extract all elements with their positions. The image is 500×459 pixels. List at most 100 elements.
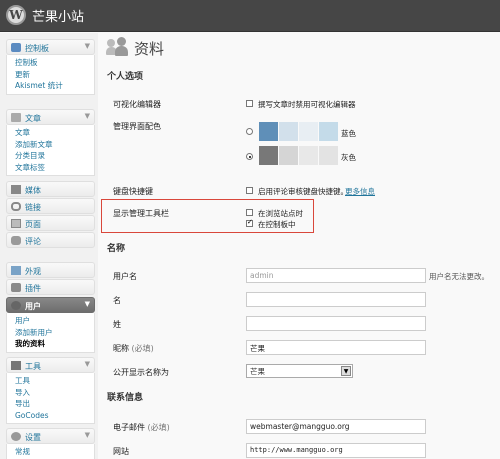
- menu-head-settings[interactable]: 设置 ▼: [6, 428, 95, 444]
- submenu-item-add-post[interactable]: 添加新文章: [15, 139, 94, 151]
- last-name-label: 姓: [113, 320, 121, 329]
- visual-editor-label: 可视化编辑器: [113, 100, 161, 109]
- display-name-value: 芒果: [250, 367, 265, 376]
- toolbar-admin-option: 在控制板中: [258, 220, 296, 229]
- submenu-users: 用户 添加新用户 我的资料: [6, 313, 95, 353]
- color-scheme-blue-radio[interactable]: [246, 128, 253, 135]
- menu-label: 页面: [25, 220, 41, 229]
- submenu-item-dashboard[interactable]: 控制板: [15, 57, 94, 69]
- chevron-down-icon[interactable]: ▼: [341, 366, 351, 376]
- dashboard-icon: [11, 43, 21, 52]
- menu-head-posts[interactable]: 文章 ▼: [6, 109, 95, 125]
- color-scheme-label: 管理界面配色: [113, 122, 161, 131]
- color-swatch: [319, 122, 338, 141]
- first-name-field[interactable]: [246, 292, 426, 307]
- submenu-item-profile[interactable]: 我的资料: [15, 338, 94, 350]
- nickname-label: 昵称 (必填): [113, 343, 154, 354]
- menu-head-plugins[interactable]: 插件: [6, 279, 95, 295]
- color-scheme-blue-label: 蓝色: [341, 129, 356, 138]
- required-note: (必填): [131, 344, 154, 353]
- menu-head-appearance[interactable]: 外观: [6, 262, 95, 278]
- menu-label: 工具: [25, 362, 41, 371]
- media-icon: [11, 185, 21, 194]
- menu-head-comments[interactable]: 评论: [6, 232, 95, 248]
- color-swatch: [259, 146, 278, 165]
- link-icon: [11, 202, 21, 211]
- visual-editor-checkbox[interactable]: [246, 100, 253, 107]
- users-icon: [11, 301, 21, 310]
- menu-users: 用户 ▼ 用户 添加新用户 我的资料: [6, 297, 95, 353]
- color-swatch: [299, 146, 318, 165]
- color-scheme-gray-radio[interactable]: [246, 153, 253, 160]
- color-swatch: [279, 146, 298, 165]
- menu-head-media[interactable]: 媒体: [6, 181, 95, 197]
- menu-media: 媒体: [6, 181, 95, 197]
- menu-head-tools[interactable]: 工具 ▼: [6, 357, 95, 373]
- username-label: 用户名: [113, 272, 137, 281]
- menu-label: 媒体: [25, 186, 41, 195]
- display-name-select[interactable]: 芒果 ▼: [246, 364, 353, 378]
- display-name-label: 公开显示名称为: [113, 368, 169, 377]
- color-swatch: [259, 122, 278, 141]
- color-swatch: [299, 122, 318, 141]
- menu-label: 设置: [25, 433, 41, 442]
- submenu-item-akismet[interactable]: Akismet 统计: [15, 80, 94, 92]
- submenu-item-add-user[interactable]: 添加新用户: [15, 327, 94, 339]
- color-swatch: [319, 146, 338, 165]
- chevron-down-icon[interactable]: ▼: [85, 431, 90, 439]
- submenu-item-export[interactable]: 导出: [15, 398, 94, 410]
- site-title[interactable]: 芒果小站: [32, 6, 84, 25]
- admin-sidebar: 控制板 ▼ 控制板 更新 Akismet 统计 文章 ▼ 文章 添加新文章 分类…: [0, 33, 98, 459]
- keyboard-shortcuts-label: 键盘快捷键: [113, 187, 153, 196]
- email-label-text: 电子邮件: [113, 423, 145, 432]
- submenu-item-users[interactable]: 用户: [15, 315, 94, 327]
- submenu-item-gocodes[interactable]: GoCodes: [15, 410, 94, 422]
- username-field[interactable]: admin: [246, 268, 426, 283]
- last-name-field[interactable]: [246, 316, 426, 331]
- menu-head-pages[interactable]: 页面: [6, 215, 95, 231]
- users-profile-icon: [106, 37, 128, 57]
- visual-editor-option: 撰写文章时禁用可视化编辑器: [258, 100, 356, 109]
- submenu-item-import[interactable]: 导入: [15, 387, 94, 399]
- chevron-down-icon[interactable]: ▼: [85, 42, 90, 50]
- menu-head-users[interactable]: 用户 ▼: [6, 297, 95, 313]
- menu-comments: 评论: [6, 232, 95, 248]
- admin-header: W 芒果小站: [0, 0, 500, 32]
- keyboard-shortcuts-checkbox[interactable]: [246, 187, 253, 194]
- submenu-item-posts[interactable]: 文章: [15, 127, 94, 139]
- chevron-down-icon[interactable]: ▼: [85, 300, 90, 308]
- menu-label: 评论: [25, 237, 41, 246]
- nickname-field[interactable]: 芒果: [246, 340, 426, 355]
- menu-appearance: 外观: [6, 262, 95, 278]
- submenu-item-updates[interactable]: 更新: [15, 69, 94, 81]
- website-field[interactable]: http://www.mangguo.org: [246, 443, 426, 458]
- submenu-tools: 工具 导入 导出 GoCodes: [6, 373, 95, 424]
- menu-dashboard: 控制板 ▼ 控制板 更新 Akismet 统计: [6, 39, 95, 95]
- submenu-item-categories[interactable]: 分类目录: [15, 150, 94, 162]
- username-note: 用户名无法更改。: [429, 272, 489, 281]
- submenu-posts: 文章 添加新文章 分类目录 文章标签: [6, 125, 95, 176]
- menu-label: 插件: [25, 284, 41, 293]
- comment-icon: [11, 236, 21, 245]
- email-field[interactable]: webmaster@mangguo.org: [246, 419, 426, 434]
- submenu-item-general[interactable]: 常规: [15, 446, 94, 458]
- toolbar-front-option: 在浏览站点时: [258, 209, 303, 218]
- menu-head-links[interactable]: 链接: [6, 198, 95, 214]
- toolbar-front-checkbox[interactable]: [246, 209, 253, 216]
- more-info-link[interactable]: 更多信息: [345, 186, 375, 197]
- submenu-item-tools[interactable]: 工具: [15, 375, 94, 387]
- email-label: 电子邮件 (必填): [113, 422, 170, 433]
- menu-head-dashboard[interactable]: 控制板 ▼: [6, 39, 95, 55]
- page-title: 资料: [134, 40, 165, 58]
- first-name-label: 名: [113, 296, 121, 305]
- submenu-item-tags[interactable]: 文章标签: [15, 162, 94, 174]
- color-scheme-gray-label: 灰色: [341, 153, 356, 162]
- chevron-down-icon[interactable]: ▼: [85, 112, 90, 120]
- page-icon: [11, 219, 21, 228]
- menu-links: 链接: [6, 198, 95, 214]
- chevron-down-icon[interactable]: ▼: [85, 360, 90, 368]
- section-contact-info: 联系信息: [107, 393, 144, 403]
- toolbar-admin-checkbox[interactable]: [246, 218, 253, 227]
- wordpress-logo-icon[interactable]: W: [6, 5, 26, 25]
- menu-tools: 工具 ▼ 工具 导入 导出 GoCodes: [6, 357, 95, 424]
